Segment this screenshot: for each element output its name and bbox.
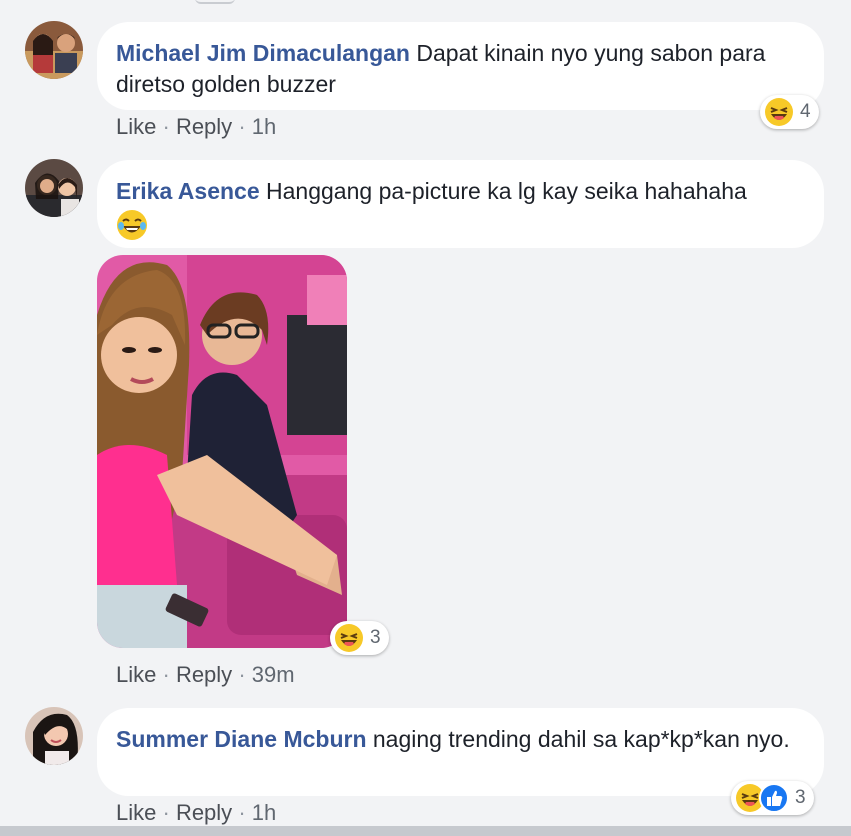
like-link[interactable]: Like [116,800,156,825]
comment-author[interactable]: Michael Jim Dimaculangan [116,40,410,66]
separator: · [162,662,170,687]
separator: · [162,114,170,139]
comment-text: Hanggang pa-picture ka lg kay seika haha… [266,178,747,204]
tears-of-joy-emoji [116,209,804,241]
separator: · [162,800,170,825]
comment-bubble: Michael Jim Dimaculangan Dapat kinain ny… [97,22,824,110]
reaction-count: 3 [795,787,806,808]
separator: · [238,800,246,825]
separator: · [238,114,246,139]
reply-link[interactable]: Reply [176,662,232,687]
separator: · [238,662,246,687]
timestamp[interactable]: 1h [252,114,276,139]
timestamp[interactable]: 1h [252,800,276,825]
horizontal-scrollbar[interactable] [0,826,851,836]
comment-actions: Like · Reply · 1h [116,114,276,140]
reaction-summary[interactable]: 3 [330,621,389,655]
reaction-count: 3 [370,627,381,648]
comment-bubble: Erika Asence Hanggang pa-picture ka lg k… [97,160,824,248]
reaction-summary[interactable]: 4 [760,95,819,129]
avatar[interactable] [25,159,83,217]
haha-icon [334,623,364,653]
comment-author[interactable]: Summer Diane Mcburn [116,726,367,752]
like-link[interactable]: Like [116,114,156,139]
reaction-summary[interactable]: 3 [731,781,814,815]
previous-comment-fragment [195,0,235,4]
haha-icon [764,97,794,127]
comment-photo-attachment[interactable] [97,255,347,648]
reaction-count: 4 [800,101,811,122]
comment-bubble: Summer Diane Mcburn naging trending dahi… [97,708,824,796]
avatar[interactable] [25,707,83,765]
comment-actions: Like · Reply · 1h [116,800,276,826]
comment-actions: Like · Reply · 39m [116,662,295,688]
like-link[interactable]: Like [116,662,156,687]
timestamp[interactable]: 39m [252,662,295,687]
comment-author[interactable]: Erika Asence [116,178,260,204]
avatar[interactable] [25,21,83,79]
reply-link[interactable]: Reply [176,800,232,825]
comment-text: naging trending dahil sa kap*kp*kan nyo. [372,726,790,752]
like-icon [759,783,789,813]
reply-link[interactable]: Reply [176,114,232,139]
